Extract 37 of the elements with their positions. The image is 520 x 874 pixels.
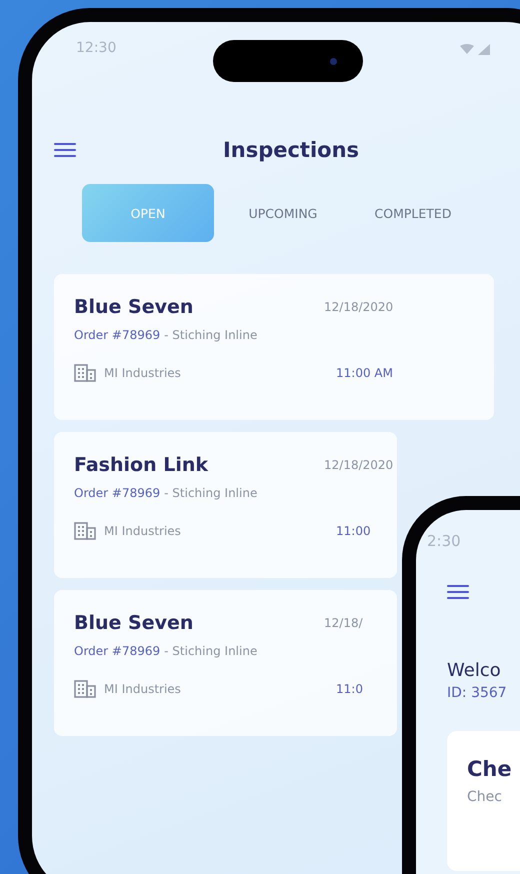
- order-number: Order #78969: [74, 328, 160, 342]
- inspection-date: 12/18/: [324, 615, 363, 632]
- signal-icon: [460, 44, 490, 56]
- menu-icon[interactable]: [54, 142, 76, 158]
- factory-name: MI Industries: [104, 366, 181, 380]
- inspection-date: 12/18/2020: [324, 457, 394, 474]
- menu-icon[interactable]: [447, 584, 469, 600]
- task-name: - Stiching Inline: [164, 486, 258, 500]
- factory-name: MI Industries: [104, 524, 181, 538]
- task-name: - Stiching Inline: [164, 328, 258, 342]
- company-name: Blue Seven: [74, 296, 194, 318]
- screen-title: Inspections: [222, 138, 360, 162]
- tab[interactable]: UPCOMING: [222, 184, 344, 242]
- status-time: 2:30: [427, 532, 462, 550]
- order-number: Order #78969: [74, 644, 160, 658]
- order-number: Order #78969: [74, 486, 160, 500]
- task-name: - Stiching Inline: [164, 644, 258, 658]
- card-title: Che: [467, 757, 513, 781]
- inspection-time: 11:0: [335, 682, 363, 698]
- dashboard-card[interactable]: Che Chec: [447, 731, 520, 871]
- card-subtitle: Chec: [467, 789, 503, 805]
- tab[interactable]: COMPLETED: [352, 184, 474, 242]
- inspection-time: 11:00 AM: [335, 366, 393, 382]
- factory-name: MI Industries: [104, 682, 181, 696]
- inspection-date: 12/18/2020: [324, 299, 394, 316]
- welcome-text: Welco: [447, 660, 502, 681]
- building-icon: [74, 364, 96, 382]
- inspection-time: 11:00: [335, 524, 371, 540]
- inspection-card[interactable]: Fashion Link 12/18/2020 Order #78969 - Stiching Inline MI Industries 11:00: [54, 432, 397, 578]
- company-name: Blue Seven: [74, 612, 194, 634]
- status-time: 12:30: [76, 40, 116, 56]
- company-name: Fashion Link: [74, 454, 210, 476]
- building-icon: [74, 680, 96, 698]
- user-id: ID: 3567: [447, 685, 508, 701]
- building-icon: [74, 522, 96, 540]
- inspection-card[interactable]: Blue Seven 12/18/ Order #78969 - Stiching Inline MI Industries 11:0: [54, 590, 397, 736]
- inspection-card[interactable]: Blue Seven 12/18/2020 Order #78969 - Stiching Inline MI Industries 11:00 AM: [54, 274, 494, 420]
